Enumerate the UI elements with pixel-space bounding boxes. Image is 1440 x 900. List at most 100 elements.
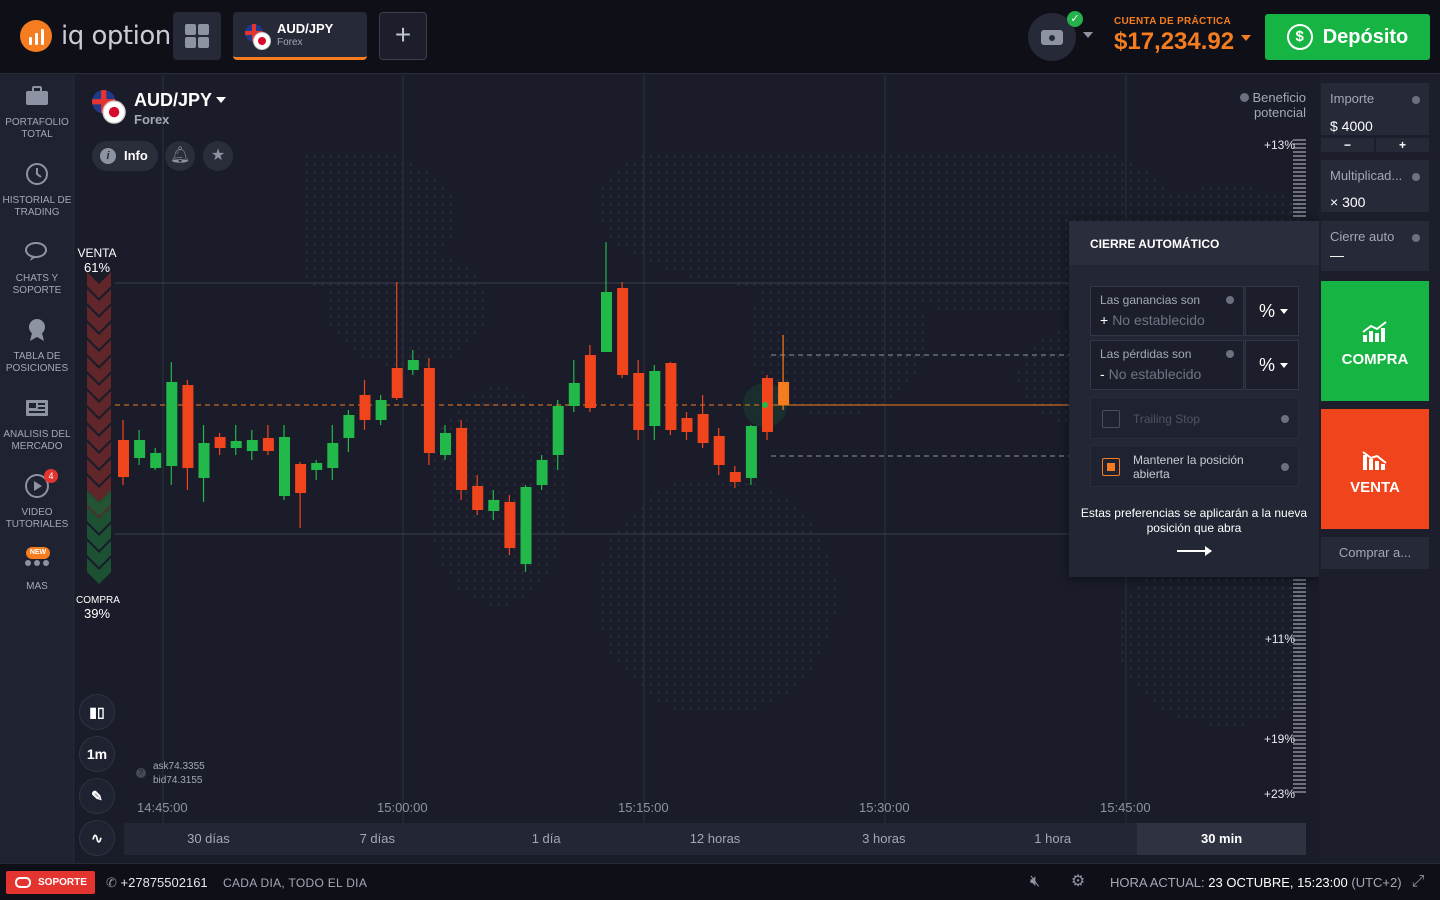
trailing-stop-checkbox[interactable]: Trailing Stop	[1090, 397, 1299, 439]
chart-type-button[interactable]: ▮▯	[79, 694, 115, 730]
map-dot	[481, 459, 484, 462]
map-dot	[689, 179, 692, 182]
auto-close-field[interactable]: Cierre auto —	[1321, 221, 1429, 271]
indicators-button[interactable]: ∿	[79, 820, 115, 856]
sidebar-item-portfolio[interactable]: PORTAFOLIO TOTAL	[0, 83, 74, 141]
map-dot	[1049, 339, 1052, 342]
map-dot	[857, 179, 860, 182]
stop-loss-field[interactable]: Las pérdidas son - No establecido	[1090, 340, 1244, 390]
map-dot	[609, 635, 612, 638]
map-dot	[1073, 179, 1076, 182]
deposit-button[interactable]: $ Depósito	[1265, 14, 1430, 60]
map-dot	[1001, 267, 1004, 270]
map-dot	[705, 267, 708, 270]
range-1-day[interactable]: 1 día	[462, 823, 631, 855]
map-dot	[841, 275, 844, 278]
alert-button[interactable]: 🔔︎	[165, 141, 195, 171]
range-30-min[interactable]: 30 min	[1137, 823, 1307, 855]
sidebar-item-history[interactable]: HISTORIAL DE TRADING	[0, 161, 74, 219]
map-dot	[1193, 211, 1196, 214]
map-dot	[1001, 299, 1004, 302]
account-chevron-down-icon[interactable]	[1241, 35, 1251, 41]
account-balance[interactable]: $17,234.92	[1114, 28, 1234, 56]
drawing-tools-button[interactable]: ✎	[79, 778, 115, 814]
checkbox-checked[interactable]	[1102, 458, 1120, 476]
info-icon: i	[100, 148, 116, 164]
map-dot	[1193, 651, 1196, 654]
add-tab-button[interactable]: +	[379, 12, 427, 60]
sidebar-item-video-tutorials[interactable]: 4 VIDEO TUTORIALES	[0, 469, 74, 531]
map-dot	[673, 179, 676, 182]
sidebar-item-market-analysis[interactable]: ANALISIS DEL MERCADO	[0, 395, 74, 453]
stop-loss-unit-select[interactable]: %	[1245, 340, 1299, 390]
chevron-down-icon[interactable]	[1083, 32, 1093, 38]
map-dot	[721, 267, 724, 270]
map-dot	[1113, 203, 1116, 206]
map-dot	[753, 203, 756, 206]
buy-button[interactable]: COMPRA	[1321, 281, 1429, 401]
favorite-button[interactable]: ★	[203, 141, 233, 171]
map-dot	[1225, 707, 1228, 710]
amount-decrease-button[interactable]: −	[1321, 138, 1374, 152]
timeframe-button[interactable]: 1m	[79, 736, 115, 772]
map-dot	[865, 219, 868, 222]
map-dot	[345, 323, 348, 326]
take-profit-field[interactable]: Las ganancias son + No establecido	[1090, 286, 1244, 336]
sidebar-item-more[interactable]: NEW MAS	[0, 547, 74, 593]
deposit-label: Depósito	[1322, 25, 1409, 48]
screenshot-button[interactable]: ✓	[1028, 11, 1083, 61]
range-30-days[interactable]: 30 días	[124, 823, 293, 855]
map-dot	[689, 155, 692, 158]
info-button[interactable]: i Info	[92, 141, 158, 171]
multiplier-label: Multiplicad...	[1330, 168, 1403, 183]
map-dot	[697, 627, 700, 630]
map-dot	[1057, 275, 1060, 278]
amount-field[interactable]: Importe $ 4000	[1321, 83, 1429, 135]
fullscreen-icon[interactable]: ⤢	[1409, 873, 1427, 891]
keep-position-open-checkbox[interactable]: Mantener la posición abierta	[1090, 445, 1299, 487]
map-dot	[905, 251, 908, 254]
logo[interactable]: iq option	[20, 20, 171, 52]
asset-tab-aud-jpy[interactable]: AUD/JPY Forex	[233, 12, 367, 60]
map-dot	[769, 323, 772, 326]
map-dot	[1025, 227, 1028, 230]
sidebar-item-chats[interactable]: CHATS Y SOPORTE	[0, 239, 74, 297]
sell-button[interactable]: VENTA	[1321, 409, 1429, 529]
multiplier-field[interactable]: Multiplicad... × 300	[1321, 160, 1429, 212]
map-dot	[497, 419, 500, 422]
support-button[interactable]: SOPORTE	[6, 871, 95, 894]
checkbox[interactable]	[1102, 410, 1120, 428]
range-1-hour[interactable]: 1 hora	[968, 823, 1137, 855]
map-dot	[1017, 371, 1020, 374]
map-dot	[393, 211, 396, 214]
map-dot	[953, 195, 956, 198]
map-dot	[1057, 387, 1060, 390]
range-3-hours[interactable]: 3 horas	[799, 823, 968, 855]
map-dot	[1009, 275, 1012, 278]
amount-increase-button[interactable]: +	[1376, 138, 1429, 152]
mute-icon[interactable]: 🔇︎	[1026, 873, 1044, 891]
range-12-hours[interactable]: 12 horas	[631, 823, 800, 855]
arrow-right-icon[interactable]	[1177, 546, 1212, 556]
support-phone[interactable]: ✆ +27875502161	[106, 875, 208, 891]
map-dot	[1201, 587, 1204, 590]
map-dot	[1225, 699, 1228, 702]
chart-down-icon	[1362, 451, 1387, 470]
map-dot	[873, 323, 876, 326]
take-profit-unit-select[interactable]: %	[1245, 286, 1299, 336]
map-dot	[945, 179, 948, 182]
buy-at-button[interactable]: Comprar a...	[1321, 537, 1429, 569]
map-dot	[1041, 411, 1044, 414]
map-dot	[673, 699, 676, 702]
range-7-days[interactable]: 7 días	[293, 823, 462, 855]
settings-gear-icon[interactable]: ⚙	[1069, 873, 1087, 891]
account-type-label[interactable]: CUENTA DE PRÁCTICA	[1114, 16, 1244, 27]
sidebar-item-leaderboard[interactable]: TABLA DE POSICIONES	[0, 317, 74, 375]
map-dot	[705, 643, 708, 646]
map-dot	[1097, 163, 1100, 166]
map-dot	[321, 227, 324, 230]
asset-grid-button[interactable]	[173, 12, 221, 60]
map-dot	[809, 635, 812, 638]
map-dot	[1089, 203, 1092, 206]
map-dot	[777, 267, 780, 270]
